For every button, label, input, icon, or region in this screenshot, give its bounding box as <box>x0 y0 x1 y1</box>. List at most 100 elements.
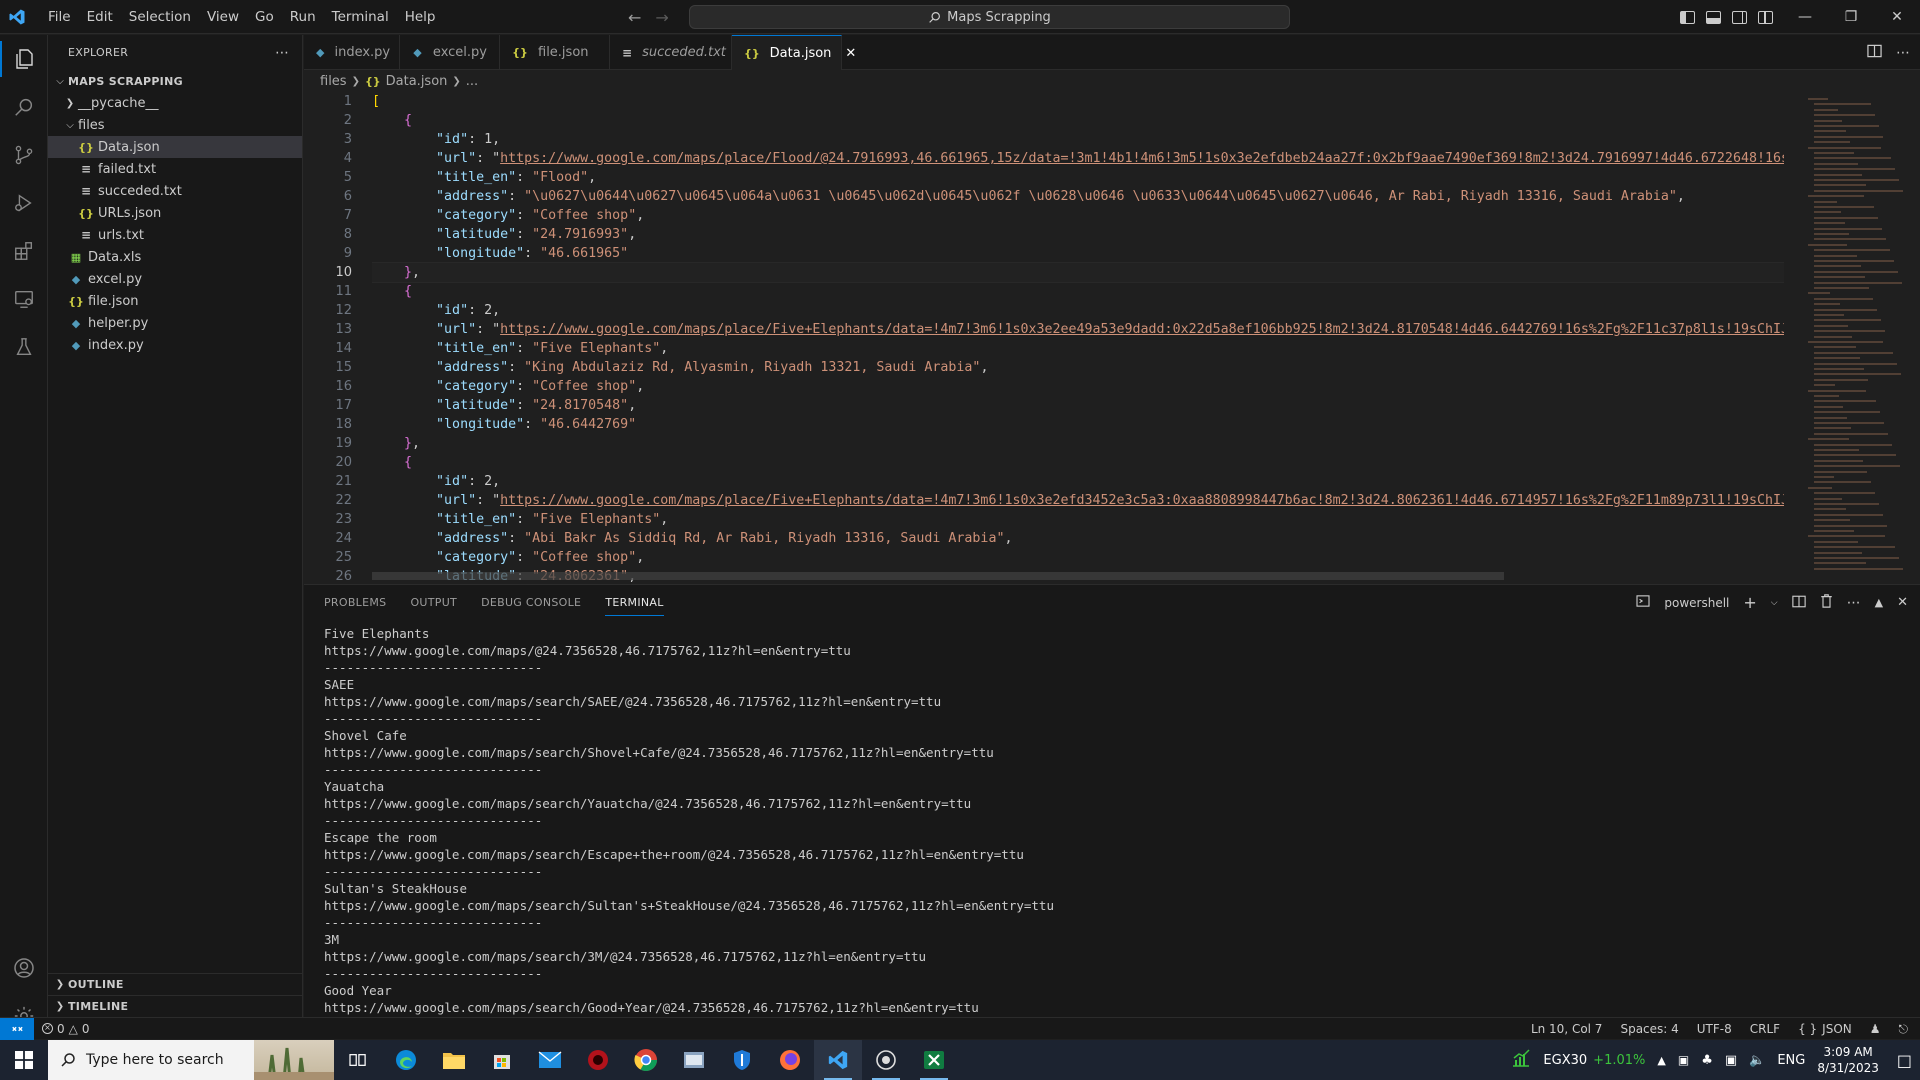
file-item[interactable]: ≡ failed.txt <box>48 158 302 180</box>
customize-layout-icon[interactable] <box>1758 10 1773 24</box>
notifications-bell-icon[interactable]: ⎋ <box>1899 1022 1909 1037</box>
menu-selection[interactable]: Selection <box>121 0 199 34</box>
outline-section[interactable]: ❯ OUTLINE <box>48 973 303 995</box>
code-editor[interactable]: 1 2 3 4 5 6 7 8 9 10 11 12 13 14 15 16 17 18 19 20 21 22 23 24 2… <box>304 92 1920 584</box>
close-tab-icon[interactable]: ✕ <box>845 46 856 61</box>
search-icon[interactable] <box>0 83 48 131</box>
code-line[interactable]: "longitude": "46.661965" <box>372 244 1784 263</box>
code-line[interactable]: "url": "https://www.google.com/maps/plac… <box>372 149 1784 168</box>
folder-item[interactable]: ⌵ files <box>48 114 302 136</box>
file-item[interactable]: ◆ index.py <box>48 334 302 356</box>
tab-index-py[interactable]: ◆ index.py <box>304 35 400 70</box>
menu-terminal[interactable]: Terminal <box>324 0 397 34</box>
toggle-secondary-sidebar-icon[interactable] <box>1732 10 1747 24</box>
toggle-panel-icon[interactable] <box>1706 10 1721 24</box>
code-line[interactable]: "url": "https://www.google.com/maps/plac… <box>372 320 1784 339</box>
breadcrumb-folder[interactable]: files <box>320 74 347 89</box>
url-link[interactable]: https://www.google.com/maps/place/Five+E… <box>500 493 1784 508</box>
chrome-icon[interactable] <box>622 1040 670 1080</box>
extensions-icon[interactable] <box>0 227 48 275</box>
source-control-icon[interactable] <box>0 131 48 179</box>
task-view-icon[interactable] <box>334 1040 382 1080</box>
camera-icon[interactable]: ▣ <box>1678 1053 1689 1067</box>
github-desktop-icon[interactable] <box>862 1040 910 1080</box>
back-arrow-icon[interactable]: ← <box>628 8 641 27</box>
code-line[interactable]: [ <box>372 92 1784 111</box>
code-line[interactable]: "title_en": "Five Elephants", <box>372 339 1784 358</box>
end-of-line[interactable]: CRLF <box>1750 1022 1780 1036</box>
code-line[interactable]: "title_en": "Five Elephants", <box>372 510 1784 529</box>
code-line[interactable]: "longitude": "46.6442769" <box>372 415 1784 434</box>
horizontal-scrollbar[interactable] <box>372 572 1504 580</box>
remote-explorer-icon[interactable] <box>0 275 48 323</box>
code-line[interactable]: "id": 2, <box>372 301 1784 320</box>
feedback-icon[interactable]: ♟ <box>1870 1022 1881 1036</box>
tab-succeded-txt[interactable]: ≡ succeded.txt <box>610 35 732 70</box>
code-line[interactable]: "title_en": "Flood", <box>372 168 1784 187</box>
code-line[interactable]: "latitude": "24.7916993", <box>372 225 1784 244</box>
file-item[interactable]: ≡ urls.txt <box>48 224 302 246</box>
mail-icon[interactable] <box>526 1040 574 1080</box>
command-center[interactable]: Maps Scrapping <box>689 5 1290 29</box>
problems-indicator[interactable]: × 0 △ 0 <box>42 1022 90 1036</box>
cursor-position[interactable]: Ln 10, Col 7 <box>1531 1022 1603 1036</box>
vscode-taskbar-icon[interactable] <box>814 1040 862 1080</box>
menu-help[interactable]: Help <box>397 0 444 34</box>
excel-icon[interactable] <box>910 1040 958 1080</box>
code-line[interactable]: "latitude": "24.8170548", <box>372 396 1784 415</box>
minimize-icon[interactable]: — <box>1782 0 1828 34</box>
file-item[interactable]: {} file.json <box>48 290 302 312</box>
code-line[interactable]: "category": "Coffee shop", <box>372 377 1784 396</box>
url-link[interactable]: https://www.google.com/maps/place/Flood/… <box>500 151 1784 166</box>
code-line[interactable]: }, <box>372 434 1784 453</box>
more-actions-icon[interactable]: ⋯ <box>275 45 290 61</box>
split-terminal-icon[interactable] <box>1791 595 1806 611</box>
tab-file-json[interactable]: {} file.json <box>500 35 610 70</box>
code-line[interactable]: "category": "Coffee shop", <box>372 206 1784 225</box>
file-explorer-icon[interactable] <box>430 1040 478 1080</box>
code-line[interactable]: { <box>372 111 1784 130</box>
restore-icon[interactable]: ❐ <box>1828 0 1874 34</box>
timeline-section[interactable]: ❯ TIMELINE <box>48 995 303 1017</box>
code-line[interactable]: "address": "\u0627\u0644\u0627\u0645\u06… <box>372 187 1784 206</box>
code-line[interactable]: "id": 2, <box>372 472 1784 491</box>
code-line[interactable]: "address": "Abi Bakr As Siddiq Rd, Ar Ra… <box>372 529 1784 548</box>
accounts-icon[interactable] <box>0 944 48 992</box>
microphone-icon[interactable]: ♣ <box>1701 1053 1713 1068</box>
remote-indicator-icon[interactable] <box>0 1017 34 1040</box>
code-line[interactable]: { <box>372 453 1784 472</box>
file-item[interactable]: ◆ helper.py <box>48 312 302 334</box>
firefox-icon[interactable] <box>766 1040 814 1080</box>
tab-excel-py[interactable]: ◆ excel.py <box>400 35 500 70</box>
file-item[interactable]: ≡ succeded.txt <box>48 180 302 202</box>
language-mode[interactable]: { } JSON <box>1798 1022 1852 1036</box>
code-line[interactable]: "url": "https://www.google.com/maps/plac… <box>372 491 1784 510</box>
microsoft-store-icon[interactable] <box>478 1040 526 1080</box>
code-line[interactable]: "address": "King Abdulaziz Rd, Alyasmin,… <box>372 358 1784 377</box>
terminal-output[interactable]: Five Elephants https://www.google.com/map… <box>324 625 1904 1015</box>
menu-view[interactable]: View <box>199 0 247 34</box>
file-item[interactable]: ▦ Data.xls <box>48 246 302 268</box>
tab-data-json[interactable]: {} Data.json ✕ <box>732 35 856 70</box>
code-line[interactable]: { <box>372 282 1784 301</box>
clock[interactable]: 3:09 AM 8/31/2023 <box>1817 1044 1879 1076</box>
split-editor-icon[interactable] <box>1867 44 1882 62</box>
code-line[interactable]: }, <box>372 262 1784 283</box>
code-lines[interactable]: [ { "id": 1, "url": "https://www.google.… <box>372 92 1784 584</box>
show-hidden-icons-icon[interactable]: ▲ <box>1657 1054 1665 1067</box>
menu-edit[interactable]: Edit <box>79 0 121 34</box>
panel-tab-output[interactable]: OUTPUT <box>410 596 457 609</box>
maximize-panel-icon[interactable]: ▲ <box>1875 596 1883 609</box>
breadcrumb-more[interactable]: ... <box>466 74 478 89</box>
url-link[interactable]: https://www.google.com/maps/place/Five+E… <box>500 322 1784 337</box>
menu-go[interactable]: Go <box>247 0 282 34</box>
windows-start-icon[interactable] <box>0 1040 48 1080</box>
file-item[interactable]: {} Data.json <box>48 136 302 158</box>
chevron-down-icon[interactable]: ⌵ <box>1771 598 1778 608</box>
toggle-primary-sidebar-icon[interactable] <box>1680 10 1695 24</box>
new-terminal-icon[interactable]: + <box>1743 593 1756 612</box>
explorer-icon[interactable] <box>0 35 48 83</box>
project-folder-header[interactable]: ⌵ MAPS SCRAPPING <box>48 70 302 92</box>
more-actions-icon[interactable]: ⋯ <box>1896 45 1910 61</box>
panel-tab-terminal[interactable]: TERMINAL <box>605 596 664 616</box>
